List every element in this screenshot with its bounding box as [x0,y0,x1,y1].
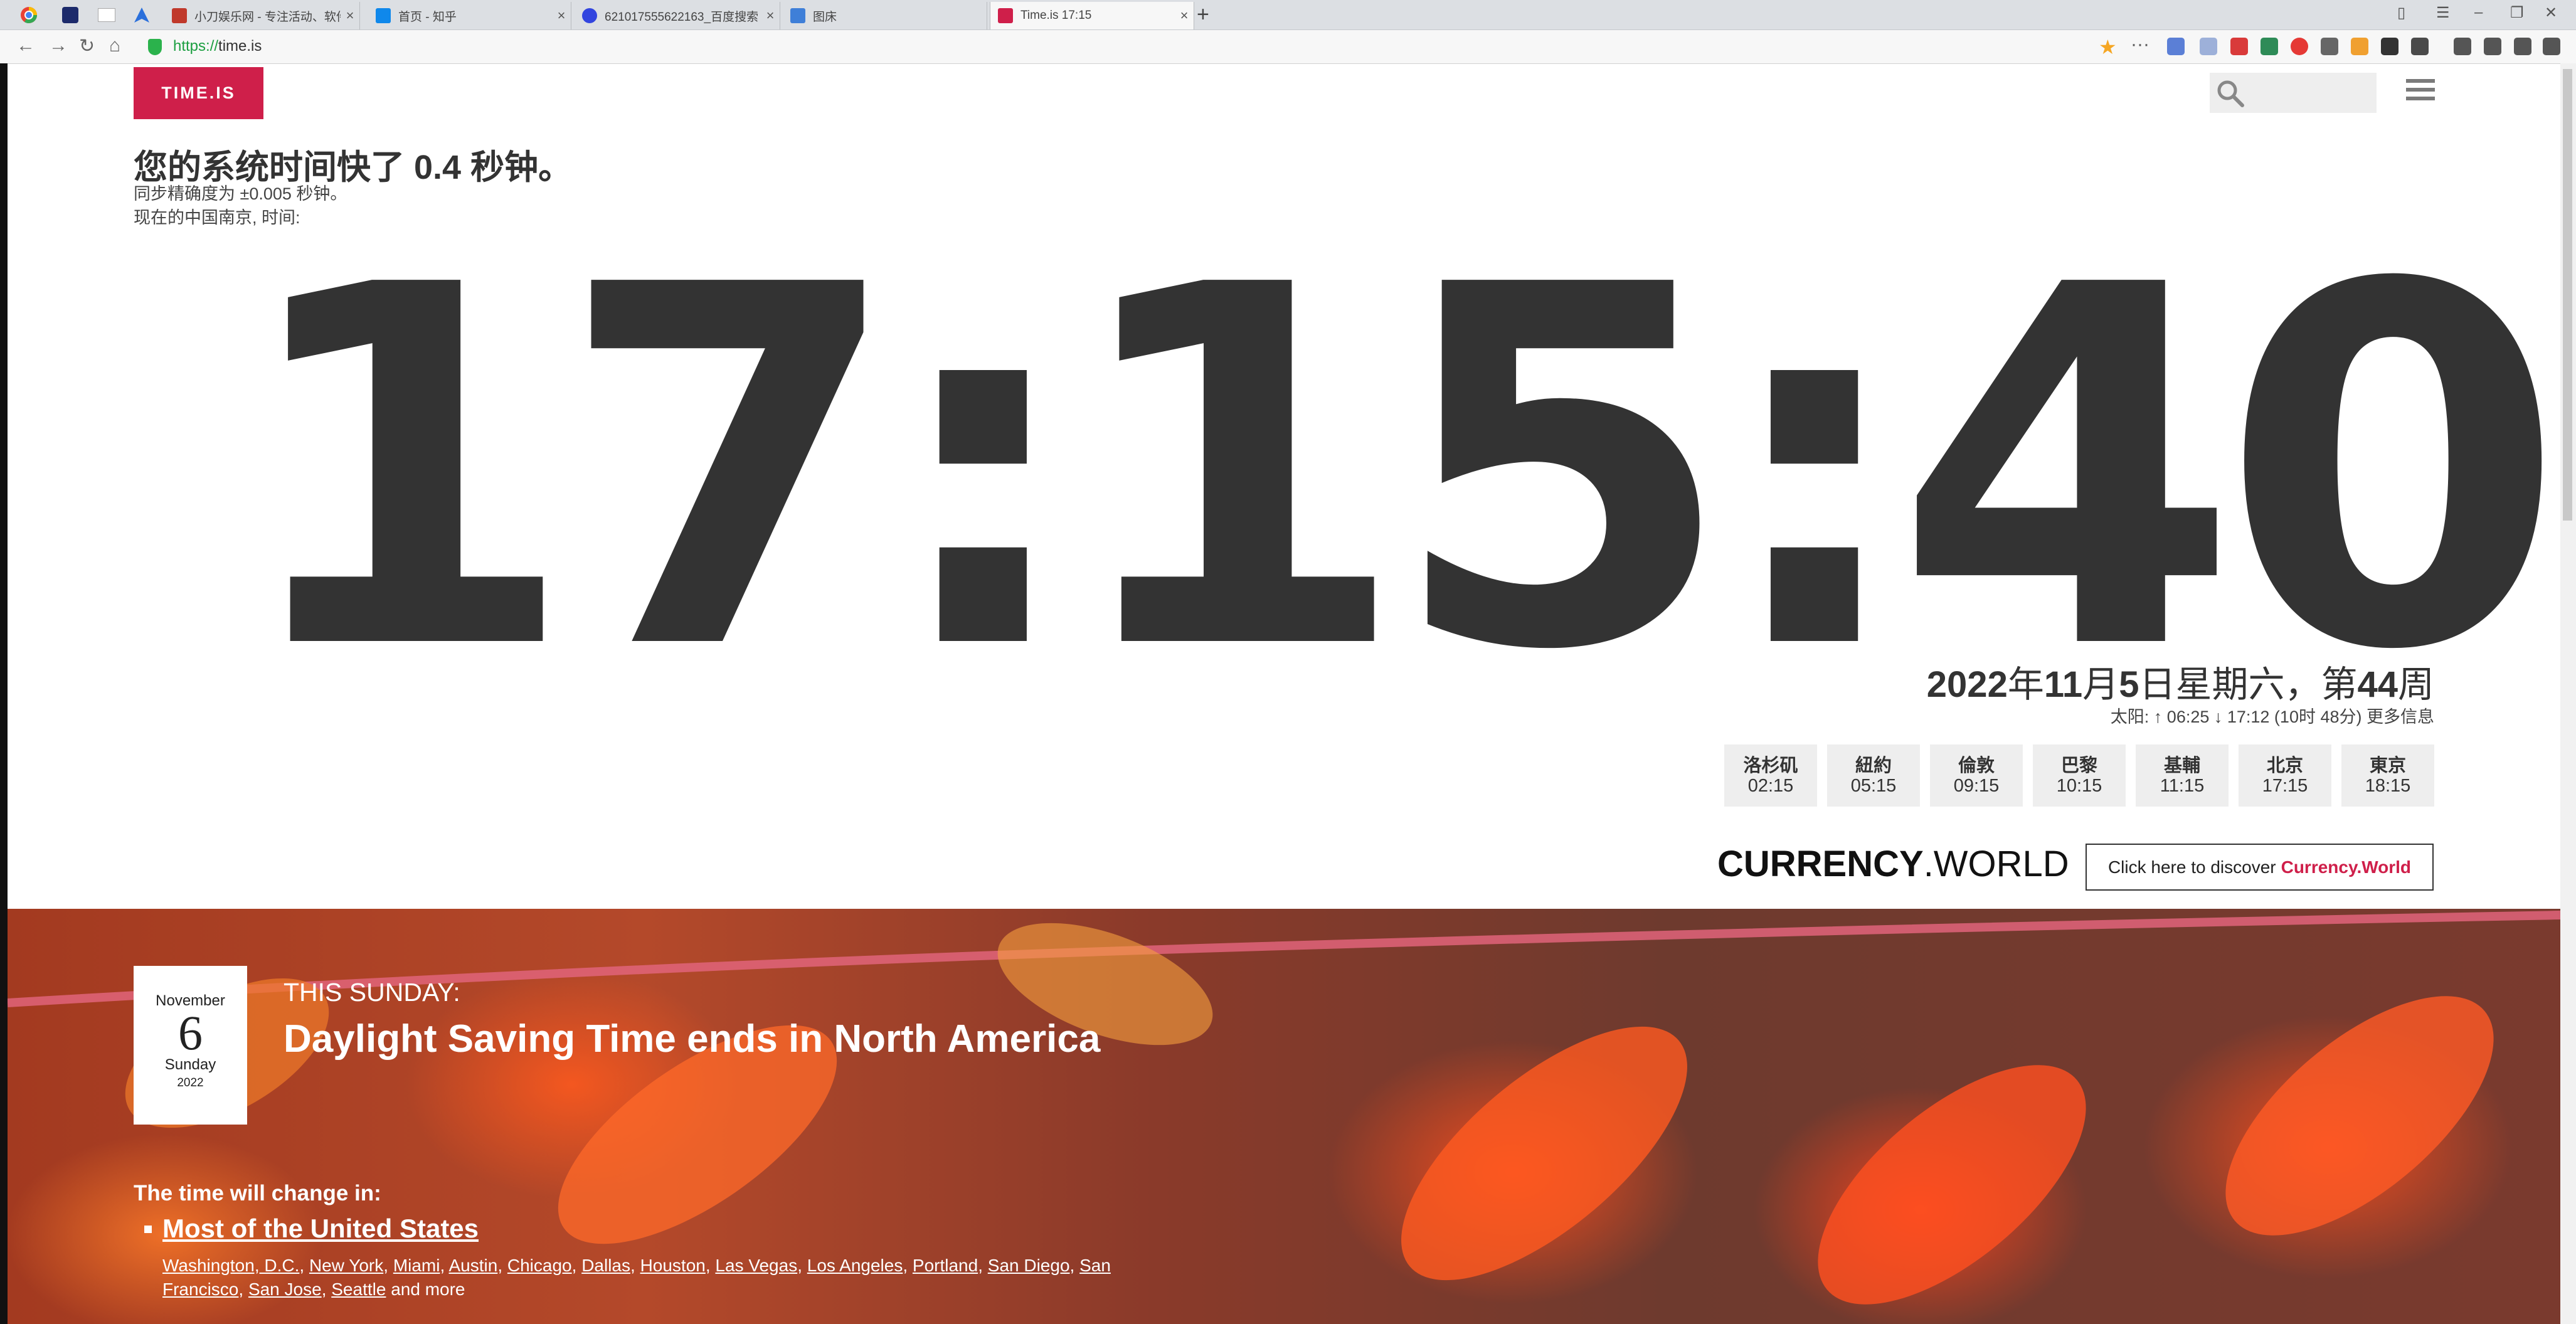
city-link[interactable]: Las Vegas [715,1256,797,1275]
city-clock[interactable]: 基輔 11:15 [2136,744,2229,807]
restore-icon[interactable]: ❐ [2510,4,2524,22]
city-link[interactable]: Washington, D.C. [162,1256,299,1275]
calendar-weekday: Sunday [164,1056,216,1073]
bookmark-star-icon[interactable]: ★ [2099,35,2117,59]
minimize-icon[interactable]: – [2474,4,2483,21]
reload-icon[interactable]: ↻ [79,35,95,57]
close-window-icon[interactable]: ✕ [2545,4,2557,22]
city-clock[interactable]: 倫敦 09:15 [1930,744,2023,807]
currency-world-button[interactable]: Click here to discover Currency.World [2086,844,2434,891]
site-logo[interactable]: TIME.IS [134,67,263,119]
calendar-day: 6 [178,1005,203,1060]
extension-icon[interactable] [2291,38,2308,55]
pinned-nav-icon[interactable] [130,4,153,26]
new-tab-button[interactable]: + [1197,3,1209,27]
tab-time-is[interactable]: Time.is 17:15 × [990,2,1194,29]
sun-info[interactable]: 太阳: ↑ 06:25 ↓ 17:12 (10时 48分) 更多信息 [2111,703,2434,728]
close-icon[interactable]: × [341,8,359,24]
date-line: 2022年11月5日星期六，第44周 [1926,664,2434,705]
city-link[interactable]: Miami [393,1256,440,1275]
tab-favicon [376,8,391,23]
city-clock[interactable]: 洛杉矶 02:15 [1724,744,1817,807]
forward-icon[interactable]: → [49,35,68,56]
pinned-tab-icon[interactable] [59,4,82,26]
event-when: THIS SUNDAY: [284,978,460,1007]
close-icon[interactable]: × [761,8,780,24]
tab-xiaodao[interactable]: 小刀娱乐网 - 专注活动、软件 × [164,2,360,29]
city-clock[interactable]: 紐約 05:15 [1827,744,1920,807]
and-more-text: and more [391,1279,465,1299]
extension-icon[interactable] [2230,38,2248,55]
city-clock[interactable]: 北京 17:15 [2239,744,2331,807]
extension-icon[interactable] [2381,38,2398,55]
search-input[interactable] [2210,73,2377,113]
big-clock: 17:15:40 [232,182,2565,758]
city-clock[interactable]: 東京 18:15 [2341,744,2434,807]
extension-icon[interactable] [2200,38,2217,55]
tab-favicon [582,8,597,23]
change-heading: The time will change in: [134,1181,381,1205]
undo-icon[interactable] [2514,38,2531,55]
extension-icon[interactable] [2411,38,2429,55]
city-link[interactable]: Portland [913,1256,978,1275]
tab-favicon [172,8,187,23]
skin-icon[interactable]: ▯ [2397,4,2405,22]
search-icon [2217,80,2244,107]
close-icon[interactable]: × [1175,8,1194,24]
tab-title: 首页 - 知乎 [398,10,457,24]
tab-title: 小刀娱乐网 - 专注活动、软件 [194,10,341,24]
url-field[interactable]: https://time.is [173,38,262,55]
favorites-icon[interactable] [2454,38,2471,55]
tab-image-host[interactable]: 图床 [783,2,987,29]
browser-logo-icon[interactable] [18,4,40,26]
home-icon[interactable]: ⌂ [109,35,120,56]
event-calendar: November 6 Sunday 2022 [134,966,247,1125]
extension-icon[interactable] [2351,38,2368,55]
city-link[interactable]: San Diego [988,1256,1070,1275]
pinned-mail-icon[interactable] [95,4,118,26]
event-title[interactable]: Daylight Saving Time ends in North Ameri… [284,1017,1100,1061]
extension-icon[interactable] [2167,38,2185,55]
calendar-year: 2022 [177,1076,204,1089]
tab-title: Time.is 17:15 [1020,9,1092,22]
city-link[interactable]: Dallas [581,1256,630,1275]
world-clock-list: 洛杉矶 02:15 紐約 05:15 倫敦 09:15 巴黎 10:15 基輔 11:15… [1724,744,2434,807]
city-link-list: Washington, D.C., New York, Miami, Austi… [162,1256,1111,1299]
address-bar: ← → ↻ ⌂ https://time.is ★ ··· [0,30,2576,64]
city-link[interactable]: Chicago [507,1256,572,1275]
city-clock[interactable]: 巴黎 10:15 [2033,744,2126,807]
browser-menu-icon[interactable] [2543,38,2560,55]
browser-tab-bar: 小刀娱乐网 - 专注活动、软件 × 首页 - 知乎 × 621017555622… [0,0,2576,30]
city-link[interactable]: Los Angeles [807,1256,903,1275]
city-link[interactable]: Austin [449,1256,498,1275]
tab-favicon [790,8,805,23]
city-link[interactable]: Houston [640,1256,706,1275]
dst-banner: November 6 Sunday 2022 THIS SUNDAY: Dayl… [8,909,2560,1324]
extension-icon[interactable] [2261,38,2278,55]
tab-favicon [998,8,1013,23]
list-bullet [144,1226,152,1233]
secure-shield-icon [148,39,162,55]
tab-title: 621017555622163_百度搜索 [605,10,759,24]
tab-zhihu[interactable]: 首页 - 知乎 × [368,2,571,29]
scissors-icon[interactable] [2484,38,2501,55]
close-icon[interactable]: × [552,8,571,24]
tab-baidu-search[interactable]: 621017555622163_百度搜索 × [575,2,780,29]
back-icon[interactable]: ← [16,35,35,56]
city-link[interactable]: New York [309,1256,383,1275]
region-link[interactable]: Most of the United States [162,1214,479,1244]
city-link[interactable]: Seattle [331,1279,386,1299]
scrollbar-thumb[interactable] [2563,69,2572,521]
menu-icon[interactable]: ☰ [2436,4,2450,22]
window-edge [0,63,8,1324]
tab-title: 图床 [813,10,837,24]
more-options-icon[interactable]: ··· [2131,34,2149,55]
currency-world-logo[interactable]: CURRENCY.WORLD [1717,843,2069,885]
hamburger-menu-icon[interactable] [2406,79,2435,105]
city-link[interactable]: San Jose [248,1279,322,1299]
extension-icon[interactable] [2321,38,2338,55]
